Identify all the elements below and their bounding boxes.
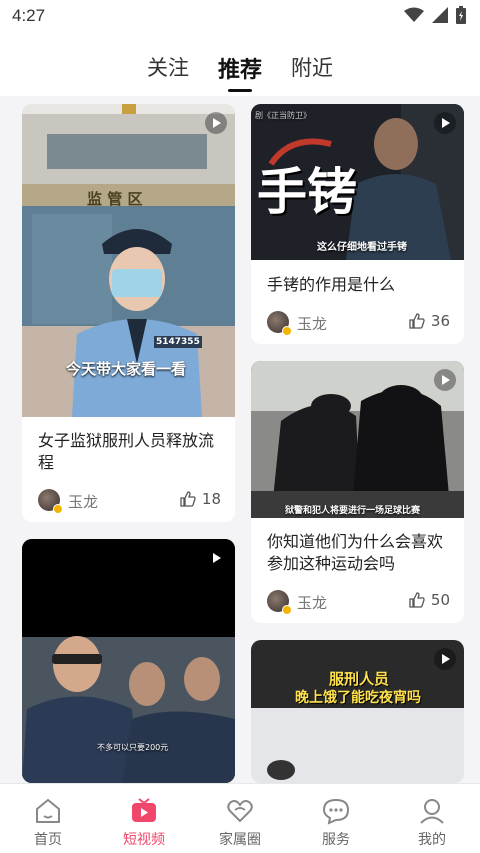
video-card[interactable]: 不多可以只要200元 bbox=[22, 539, 235, 783]
play-icon bbox=[205, 112, 227, 134]
video-meta: 玉龙 36 bbox=[267, 311, 450, 336]
play-icon bbox=[434, 369, 456, 391]
thumbs-up-icon bbox=[409, 313, 425, 329]
family-icon bbox=[227, 800, 253, 823]
video-meta: 玉龙 18 bbox=[38, 489, 221, 514]
author-avatar[interactable] bbox=[267, 311, 292, 336]
tab-follow[interactable]: 关注 bbox=[147, 52, 189, 82]
video-title[interactable]: 手铐的作用是什么 bbox=[267, 274, 452, 296]
like-count[interactable]: 36 bbox=[409, 312, 450, 330]
thumbnail-image bbox=[251, 361, 464, 518]
video-title[interactable]: 你知道他们为什么会喜欢参加这种运动会吗 bbox=[267, 531, 452, 575]
play-icon bbox=[434, 648, 456, 670]
verified-badge-icon bbox=[282, 326, 292, 336]
video-meta: 玉龙 50 bbox=[267, 590, 450, 615]
home-icon bbox=[36, 799, 60, 823]
wifi-icon bbox=[404, 7, 424, 22]
thumbnail-caption: 今天带大家看一看 bbox=[66, 360, 187, 378]
video-thumbnail[interactable]: 剧《正当防卫》 手铐 这么仔细地看过手铐 bbox=[251, 104, 464, 260]
video-icon bbox=[132, 798, 156, 822]
author-name[interactable]: 玉龙 bbox=[68, 491, 98, 512]
battery-icon bbox=[456, 6, 466, 24]
like-count-value: 36 bbox=[430, 312, 450, 330]
nav-profile-label: 我的 bbox=[418, 832, 446, 848]
thumbnail-sign: 监 管 区 bbox=[87, 190, 143, 208]
nav-service-label: 服务 bbox=[322, 832, 350, 848]
like-count-value: 50 bbox=[430, 591, 450, 609]
video-card[interactable]: 监 管 区 5147355 今天带大家看一看 女子监狱服刑人员释放流程 玉龙 1… bbox=[22, 104, 235, 522]
nav-family-circle-label: 家属圈 bbox=[219, 832, 261, 848]
thumbs-up-icon bbox=[180, 491, 196, 507]
nav-short-video-label: 短视频 bbox=[123, 832, 165, 848]
tab-recommend[interactable]: 推荐 bbox=[218, 52, 262, 84]
nav-service[interactable]: 服务 bbox=[288, 784, 384, 853]
active-tab-indicator bbox=[228, 89, 252, 92]
thumbnail-caption-line1: 服刑人员 bbox=[329, 670, 390, 688]
thumbnail-header: 剧《正当防卫》 bbox=[255, 111, 311, 120]
nav-short-video[interactable]: 短视频 bbox=[96, 784, 192, 853]
play-icon bbox=[434, 112, 456, 134]
video-card[interactable]: 服刑人员 晚上饿了能吃夜宵吗 bbox=[251, 640, 464, 783]
video-thumbnail[interactable]: 不多可以只要200元 bbox=[22, 539, 235, 783]
tab-nearby[interactable]: 附近 bbox=[291, 52, 333, 82]
video-title[interactable]: 女子监狱服刑人员释放流程 bbox=[38, 430, 223, 474]
status-time: 4:27 bbox=[12, 6, 46, 25]
top-tab-bar: 关注 推荐 附近 bbox=[0, 34, 480, 96]
author-name[interactable]: 玉龙 bbox=[297, 592, 327, 613]
thumbnail-badge-number: 5147355 bbox=[154, 336, 202, 348]
status-icons bbox=[404, 6, 466, 24]
status-bar: 4:27 bbox=[0, 0, 480, 34]
profile-icon bbox=[420, 799, 444, 824]
video-card[interactable]: 狱警和犯人将要进行一场足球比赛 你知道他们为什么会喜欢参加这种运动会吗 玉龙 5… bbox=[251, 361, 464, 623]
author-avatar[interactable] bbox=[267, 590, 292, 615]
like-count[interactable]: 18 bbox=[180, 490, 221, 508]
video-thumbnail[interactable]: 监 管 区 5147355 今天带大家看一看 bbox=[22, 104, 235, 417]
thumbnail-caption: 狱警和犯人将要进行一场足球比赛 bbox=[285, 506, 421, 516]
thumbnail-caption-line2: 晚上饿了能吃夜宵吗 bbox=[295, 690, 421, 706]
nav-home-label: 首页 bbox=[34, 832, 62, 848]
thumbnail-image bbox=[251, 640, 464, 783]
nav-home[interactable]: 首页 bbox=[0, 784, 96, 853]
verified-badge-icon bbox=[53, 504, 63, 514]
author-name[interactable]: 玉龙 bbox=[297, 313, 327, 334]
like-count-value: 18 bbox=[201, 490, 221, 508]
video-thumbnail[interactable]: 服刑人员 晚上饿了能吃夜宵吗 bbox=[251, 640, 464, 783]
like-count[interactable]: 50 bbox=[409, 591, 450, 609]
thumbnail-big-text: 手铐 bbox=[257, 163, 357, 221]
video-card[interactable]: 剧《正当防卫》 手铐 这么仔细地看过手铐 手铐的作用是什么 玉龙 36 bbox=[251, 104, 464, 344]
signal-icon bbox=[432, 7, 448, 23]
thumbnail-caption: 不多可以只要200元 bbox=[97, 743, 169, 752]
thumbs-up-icon bbox=[409, 592, 425, 608]
video-thumbnail[interactable]: 狱警和犯人将要进行一场足球比赛 bbox=[251, 361, 464, 518]
thumbnail-caption: 这么仔细地看过手铐 bbox=[317, 242, 407, 253]
bottom-nav: 首页 短视频 家属圈 服务 我的 bbox=[0, 783, 480, 853]
service-icon bbox=[322, 798, 350, 825]
author-avatar[interactable] bbox=[38, 489, 63, 514]
verified-badge-icon bbox=[282, 605, 292, 615]
nav-family-circle[interactable]: 家属圈 bbox=[192, 784, 288, 853]
play-icon bbox=[205, 547, 227, 569]
nav-profile[interactable]: 我的 bbox=[384, 784, 480, 853]
